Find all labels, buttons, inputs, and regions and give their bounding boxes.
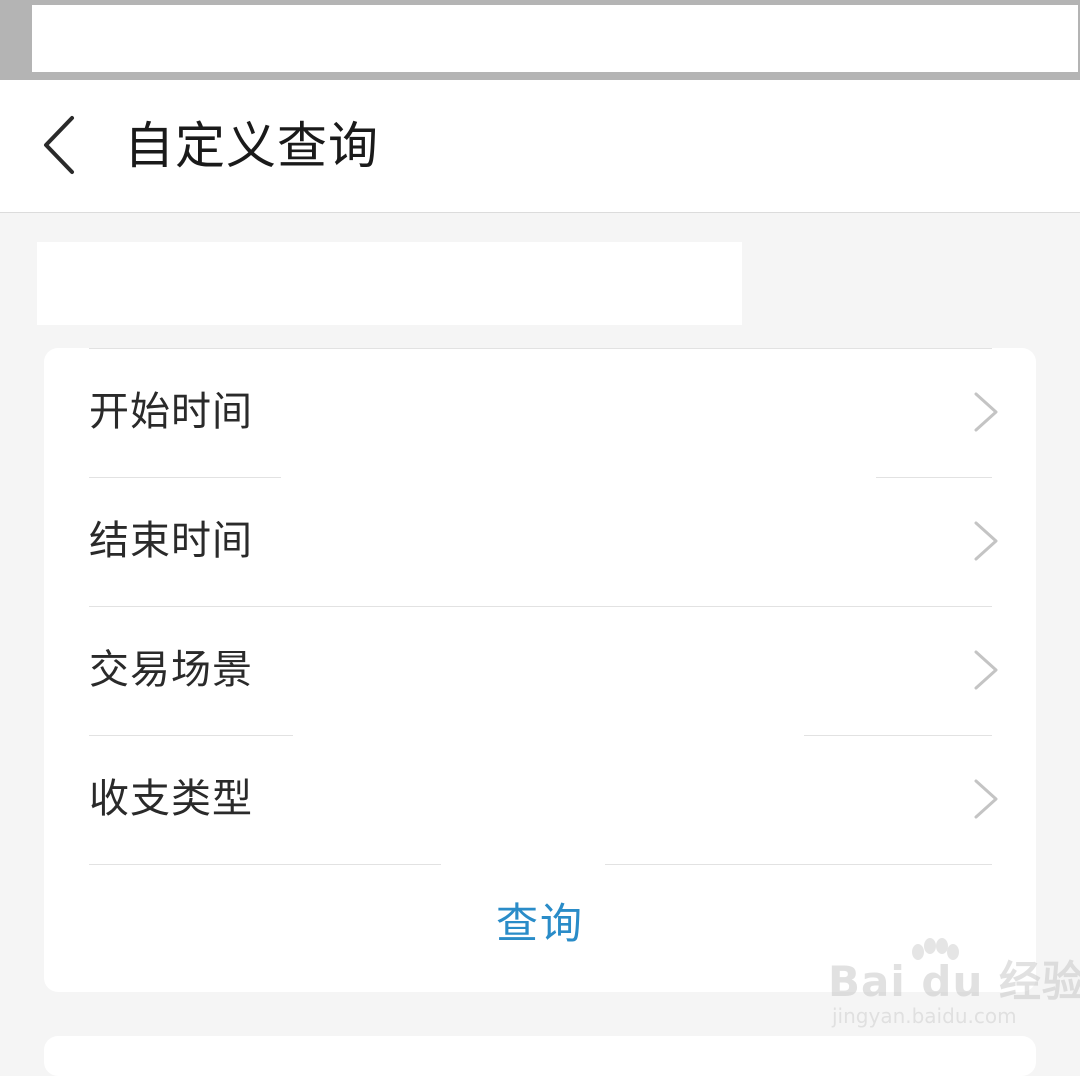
next-card	[44, 1036, 1036, 1076]
watermark-url-text: jingyan.baidu.com	[832, 1004, 1017, 1028]
chevron-right-icon	[974, 392, 998, 432]
page-title: 自定义查询	[124, 117, 379, 175]
filter-row-start-time[interactable]: 开始时间	[44, 348, 1036, 477]
row-divider	[605, 864, 992, 865]
chevron-left-icon	[44, 116, 74, 174]
redacted-area	[32, 5, 1078, 72]
filter-row-trade-scene[interactable]: 交易场景	[44, 606, 1036, 735]
watermark-main-text: Bai du 经验	[828, 957, 1080, 1006]
back-button[interactable]	[30, 110, 90, 180]
row-divider	[89, 864, 441, 865]
query-button[interactable]: 查询	[440, 888, 640, 960]
redacted-area	[37, 242, 742, 325]
navigation-header: 自定义查询	[0, 80, 1080, 213]
row-label: 结束时间	[89, 518, 253, 564]
status-bar	[0, 0, 1080, 80]
filter-row-income-expense-type[interactable]: 收支类型	[44, 735, 1036, 864]
row-label: 交易场景	[89, 647, 253, 693]
chevron-right-icon	[974, 650, 998, 690]
chevron-right-icon	[974, 521, 998, 561]
row-label: 开始时间	[89, 389, 253, 435]
filter-row-end-time[interactable]: 结束时间	[44, 477, 1036, 606]
filter-card: 开始时间 结束时间 交易场景 收支类型 查询	[44, 348, 1036, 992]
watermark: Bai du 经验 jingyan.baidu.com	[828, 938, 1080, 1030]
row-label: 收支类型	[89, 776, 253, 822]
chevron-right-icon	[974, 779, 998, 819]
